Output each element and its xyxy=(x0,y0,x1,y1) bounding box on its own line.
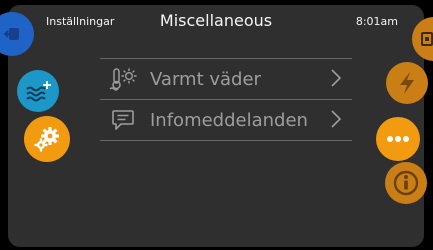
chevron-right-icon xyxy=(330,109,342,133)
settings-menu: Varmt väder Infomeddelanden xyxy=(100,58,352,141)
menu-item-info-messages[interactable]: Infomeddelanden xyxy=(100,99,352,141)
settings-button[interactable] xyxy=(24,116,70,162)
settings-panel: Inställningar Miscellaneous 8:01am Varmt… xyxy=(8,5,424,247)
menu-item-warm-weather[interactable]: Varmt väder xyxy=(100,58,352,99)
water-heat-icon xyxy=(24,79,52,103)
water-heat-button[interactable] xyxy=(17,70,59,112)
more-button[interactable] xyxy=(376,117,420,161)
device-screen: Inställningar Miscellaneous 8:01am Varmt… xyxy=(0,0,433,250)
info-icon xyxy=(392,169,420,197)
message-icon xyxy=(106,109,140,131)
gears-icon xyxy=(32,124,62,154)
info-button[interactable] xyxy=(385,162,427,204)
menu-item-label: Infomeddelanden xyxy=(150,109,308,131)
warm-weather-icon xyxy=(106,67,140,91)
lightning-button[interactable] xyxy=(386,62,428,104)
clock: 8:01am xyxy=(355,15,398,28)
power-icon xyxy=(420,31,433,47)
more-icon xyxy=(386,135,410,143)
lightning-icon xyxy=(396,71,418,95)
menu-item-label: Varmt väder xyxy=(150,68,261,90)
chevron-right-icon xyxy=(330,68,342,92)
back-icon xyxy=(3,25,21,43)
